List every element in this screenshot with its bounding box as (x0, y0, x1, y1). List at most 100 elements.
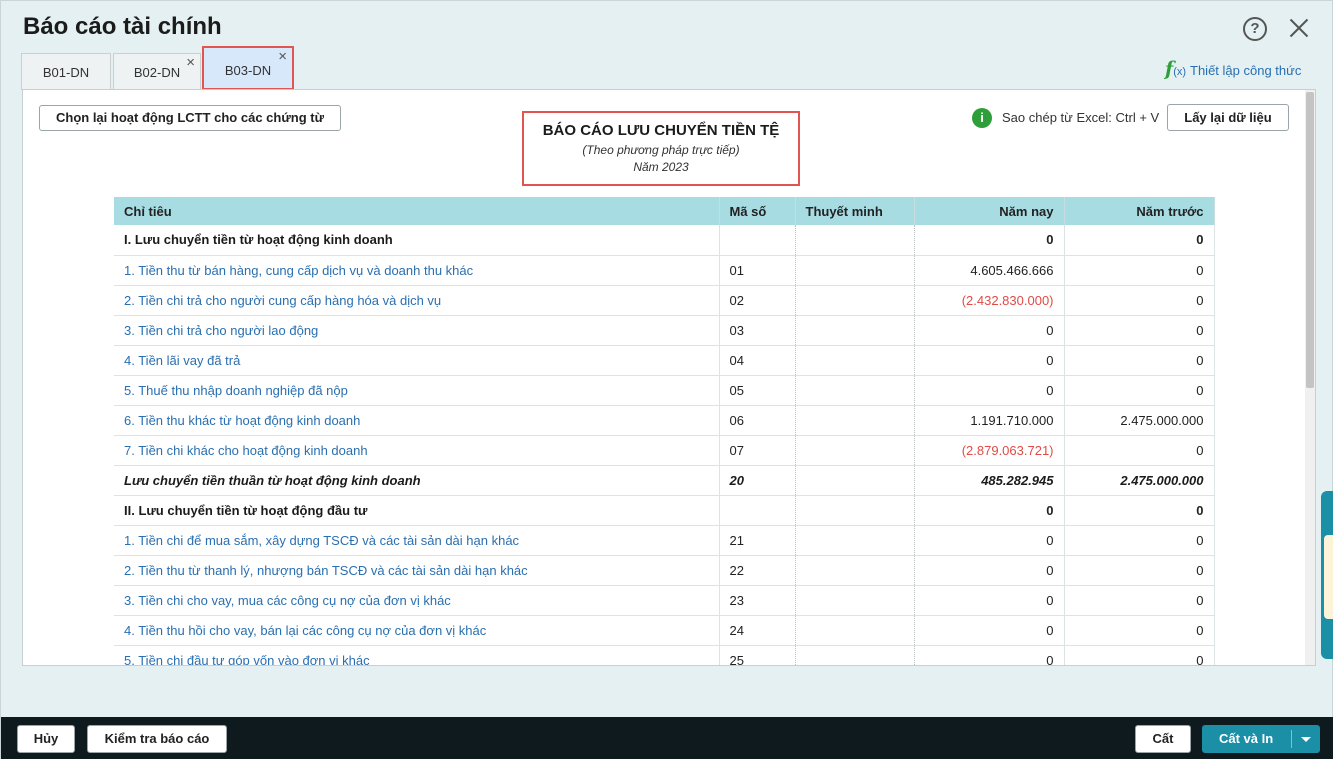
row-code: 02 (718, 285, 796, 316)
row-last-year-value: 0 (1064, 255, 1215, 286)
row-indicator-label: 3. Tiền chi cho vay, mua các công cụ nợ … (114, 585, 720, 616)
cancel-button[interactable]: Hủy (17, 725, 75, 753)
row-last-year-value: 0 (1064, 495, 1215, 526)
tab-close-icon[interactable]: × (278, 34, 287, 80)
row-last-year-value: 0 (1064, 555, 1215, 586)
side-collapse-tab[interactable] (1321, 491, 1333, 659)
help-icon[interactable]: ? (1243, 17, 1267, 41)
table-row[interactable]: 3. Tiền chi cho vay, mua các công cụ nợ … (114, 585, 1215, 616)
table-header-row: Chỉ tiêu Mã số Thuyết minh Năm nay Năm t… (114, 197, 1215, 225)
column-header-note: Thuyết minh (795, 197, 915, 225)
row-this-year-value: 0 (914, 525, 1065, 556)
row-this-year-value: 485.282.945 (914, 465, 1065, 496)
row-code: 03 (718, 315, 796, 346)
row-last-year-value: 0 (1064, 645, 1215, 665)
table-row[interactable]: 5. Thuế thu nhập doanh nghiệp đã nộp 05 0 0 (114, 375, 1215, 406)
row-indicator-label: 5. Thuế thu nhập doanh nghiệp đã nộp (114, 375, 720, 406)
table-row[interactable]: 4. Tiền thu hồi cho vay, bán lại các côn… (114, 615, 1215, 646)
row-last-year-value: 2.475.000.000 (1064, 465, 1215, 496)
column-header-code: Mã số (719, 197, 796, 225)
save-and-print-button[interactable]: Cất và In (1202, 725, 1320, 753)
table-row[interactable]: I. Lưu chuyển tiền từ hoạt động kinh doa… (114, 225, 1215, 256)
table-row[interactable]: 5. Tiền chi đầu tư góp vốn vào đơn vị kh… (114, 645, 1215, 665)
reload-data-button[interactable]: Lấy lại dữ liệu (1167, 104, 1289, 131)
table-body: I. Lưu chuyển tiền từ hoạt động kinh doa… (114, 225, 1215, 665)
row-this-year-value: 0 (914, 345, 1065, 376)
function-fx-icon: f (1165, 58, 1174, 80)
row-indicator-label: Lưu chuyển tiền thuần từ hoạt động kinh … (114, 465, 720, 496)
table-row[interactable]: 2. Tiền thu từ thanh lý, nhượng bán TSCĐ… (114, 555, 1215, 586)
row-indicator-label: 4. Tiền thu hồi cho vay, bán lại các côn… (114, 615, 720, 646)
row-this-year-value: 0 (914, 585, 1065, 616)
vertical-scrollbar[interactable] (1305, 90, 1315, 665)
row-last-year-value: 0 (1064, 375, 1215, 406)
row-code: 23 (718, 585, 796, 616)
close-icon[interactable] (1285, 14, 1313, 42)
table-row[interactable]: 4. Tiền lãi vay đã trả 04 0 0 (114, 345, 1215, 376)
save-and-print-label: Cất và In (1219, 731, 1274, 746)
table-row[interactable]: II. Lưu chuyển tiền từ hoạt động đầu tư 0… (114, 495, 1215, 526)
row-indicator-label: 2. Tiền thu từ thanh lý, nhượng bán TSCĐ… (114, 555, 720, 586)
scrollbar-thumb[interactable] (1306, 92, 1314, 388)
row-last-year-value: 0 (1064, 525, 1215, 556)
row-last-year-value: 0 (1064, 435, 1215, 466)
row-this-year-value: (2.879.063.721) (914, 435, 1065, 466)
formula-setup-link[interactable]: f(x) Thiết lập công thức (1165, 58, 1301, 80)
row-this-year-value: 0 (914, 555, 1065, 586)
report-title: BÁO CÁO LƯU CHUYỂN TIỀN TỆ (542, 122, 780, 139)
row-indicator-label: 2. Tiền chi trả cho người cung cấp hàng … (114, 285, 720, 316)
tab-label: B01-DN (42, 65, 90, 80)
row-indicator-label: 7. Tiền chi khác cho hoạt động kinh doan… (114, 435, 720, 466)
row-code: 21 (718, 525, 796, 556)
row-last-year-value: 0 (1064, 345, 1215, 376)
row-this-year-value: 0 (914, 615, 1065, 646)
row-code (718, 225, 796, 256)
row-this-year-value: 0 (914, 315, 1065, 346)
row-note (794, 585, 915, 616)
row-this-year-value: 0 (914, 375, 1065, 406)
row-code: 25 (718, 645, 796, 665)
table-row[interactable]: 1. Tiền thu từ bán hàng, cung cấp dịch v… (114, 255, 1215, 286)
caret-down-icon[interactable] (1301, 737, 1311, 742)
table-row[interactable]: 2. Tiền chi trả cho người cung cấp hàng … (114, 285, 1215, 316)
row-note (794, 285, 915, 316)
check-report-button[interactable]: Kiểm tra báo cáo (87, 725, 227, 753)
tab-b02-dn[interactable]: B02-DN × (113, 53, 201, 90)
row-code: 22 (718, 555, 796, 586)
row-indicator-label: II. Lưu chuyển tiền từ hoạt động đầu tư (114, 495, 720, 526)
row-note (794, 405, 915, 436)
split-divider (1291, 730, 1292, 748)
row-note (794, 465, 915, 496)
row-note (794, 525, 915, 556)
row-last-year-value: 0 (1064, 585, 1215, 616)
row-note (794, 645, 915, 665)
row-code: 04 (718, 345, 796, 376)
save-button[interactable]: Cất (1135, 725, 1191, 753)
report-content-panel: Chọn lại hoạt động LCTT cho các chứng từ… (22, 89, 1316, 666)
row-indicator-label: 4. Tiền lãi vay đã trả (114, 345, 720, 376)
table-row[interactable]: 6. Tiền thu khác từ hoạt động kinh doanh… (114, 405, 1215, 436)
reselect-activity-button[interactable]: Chọn lại hoạt động LCTT cho các chứng từ (39, 105, 341, 131)
table-row[interactable]: 3. Tiền chi trả cho người lao động 03 0 0 (114, 315, 1215, 346)
tab-close-icon[interactable]: × (186, 44, 195, 81)
row-indicator-label: 1. Tiền chi để mua sắm, xây dựng TSCĐ và… (114, 525, 720, 556)
row-note (794, 225, 915, 256)
row-code: 24 (718, 615, 796, 646)
row-indicator-label: 6. Tiền thu khác từ hoạt động kinh doanh (114, 405, 720, 436)
tab-b03-dn[interactable]: B03-DN × (202, 46, 294, 90)
row-code: 01 (718, 255, 796, 286)
row-code (718, 495, 796, 526)
side-tab-chevron-icon (1324, 535, 1333, 619)
row-last-year-value: 0 (1064, 225, 1215, 256)
row-code: 20 (718, 465, 796, 496)
dialog-footer: Hủy Kiểm tra báo cáo Cất Cất và In (1, 717, 1333, 759)
tab-b01-dn[interactable]: B01-DN (21, 53, 111, 90)
table-row[interactable]: 1. Tiền chi để mua sắm, xây dựng TSCĐ và… (114, 525, 1215, 556)
row-indicator-label: 5. Tiền chi đầu tư góp vốn vào đơn vị kh… (114, 645, 720, 665)
table-row[interactable]: 7. Tiền chi khác cho hoạt động kinh doan… (114, 435, 1215, 466)
column-header-indicator: Chỉ tiêu (114, 197, 720, 225)
row-note (794, 375, 915, 406)
table-row[interactable]: Lưu chuyển tiền thuần từ hoạt động kinh … (114, 465, 1215, 496)
cash-flow-table: Chỉ tiêu Mã số Thuyết minh Năm nay Năm t… (114, 197, 1215, 665)
column-header-last-year: Năm trước (1064, 197, 1215, 225)
